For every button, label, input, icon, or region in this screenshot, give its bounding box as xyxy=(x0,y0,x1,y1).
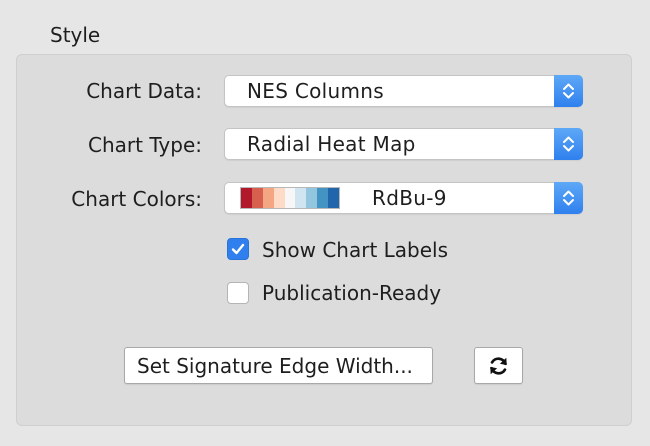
publication-ready-label[interactable]: Publication-Ready xyxy=(262,280,441,306)
palette-color-5 xyxy=(284,188,296,208)
chart-data-label: Chart Data: xyxy=(86,79,202,103)
chart-type-label: Chart Type: xyxy=(88,133,202,157)
chart-type-select[interactable]: Radial Heat Map xyxy=(224,128,583,160)
palette-color-7 xyxy=(306,188,318,208)
chart-colors-value: RdBu-9 xyxy=(372,186,447,210)
show-chart-labels-checkbox[interactable] xyxy=(227,238,249,260)
checkmark-icon xyxy=(231,243,245,255)
palette-color-8 xyxy=(317,188,329,208)
publication-ready-checkbox[interactable] xyxy=(227,282,249,304)
chart-type-value: Radial Heat Map xyxy=(247,132,416,156)
palette-color-3 xyxy=(262,188,274,208)
set-signature-edge-width-label: Set Signature Edge Width... xyxy=(137,354,413,378)
show-chart-labels-label[interactable]: Show Chart Labels xyxy=(262,237,448,263)
refresh-icon xyxy=(490,357,507,375)
updown-arrows-icon xyxy=(554,75,583,107)
palette-color-6 xyxy=(295,188,307,208)
chart-colors-select[interactable]: RdBu-9 xyxy=(224,182,583,214)
updown-arrows-icon xyxy=(554,128,583,160)
chart-data-select[interactable]: NES Columns xyxy=(224,75,583,107)
chart-colors-label: Chart Colors: xyxy=(71,187,202,211)
palette-color-2 xyxy=(251,188,263,208)
updown-arrows-icon xyxy=(554,182,583,214)
palette-color-9 xyxy=(328,188,340,208)
section-title: Style xyxy=(50,23,101,47)
set-signature-edge-width-button[interactable]: Set Signature Edge Width... xyxy=(124,347,433,384)
palette-color-1 xyxy=(241,188,252,208)
refresh-button[interactable] xyxy=(474,347,523,384)
chart-data-value: NES Columns xyxy=(247,79,384,103)
palette-color-4 xyxy=(273,188,285,208)
palette-swatch xyxy=(240,187,340,209)
